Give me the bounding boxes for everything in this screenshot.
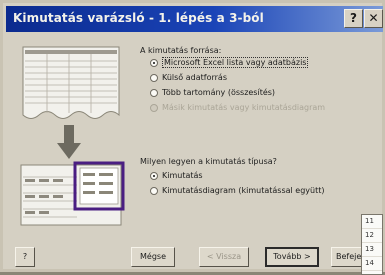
- source-group-label: A kimutatás forrása:: [140, 46, 222, 55]
- back-button: < Vissza: [199, 247, 249, 267]
- radio-button-disabled: [150, 104, 158, 112]
- radio-button-selected[interactable]: [150, 59, 158, 67]
- source-option-external[interactable]: Külső adatforrás: [150, 73, 350, 84]
- title-bar[interactable]: Kimutatás varázsló - 1. lépés a 3-ból ? …: [6, 6, 383, 32]
- dropdown-item[interactable]: 14: [362, 257, 382, 271]
- dropdown-item[interactable]: 12: [362, 229, 382, 243]
- option-label: Kimutatás: [162, 171, 203, 180]
- cancel-button[interactable]: Mégse: [131, 247, 175, 267]
- result-sheet-icon: [20, 161, 125, 226]
- source-option-other-pivot: Másik kimutatás vagy kimutatásdiagram: [150, 103, 350, 114]
- option-label: Több tartomány (összesítés): [162, 88, 276, 97]
- dropdown-item[interactable]: 13: [362, 243, 382, 257]
- down-arrow-icon: [57, 125, 81, 159]
- option-label: Kimutatásdiagram (kimutatással együtt): [162, 186, 325, 195]
- option-label: Microsoft Excel lista vagy adatbázis: [162, 57, 309, 68]
- radio-button[interactable]: [150, 74, 158, 82]
- type-option-pivot-table[interactable]: Kimutatás: [150, 171, 350, 182]
- option-label: Külső adatforrás: [162, 73, 227, 82]
- radio-button-selected[interactable]: [150, 172, 158, 180]
- source-option-excel[interactable]: Microsoft Excel lista vagy adatbázis: [150, 57, 350, 69]
- help-button[interactable]: ?: [15, 247, 35, 267]
- help-icon[interactable]: ?: [344, 9, 363, 28]
- next-button[interactable]: Tovább >: [265, 247, 319, 267]
- type-group-label: Milyen legyen a kimutatás típusa?: [140, 157, 277, 166]
- close-icon[interactable]: ✕: [364, 9, 383, 28]
- dropdown-item[interactable]: 11: [362, 215, 382, 229]
- radio-button[interactable]: [150, 187, 158, 195]
- type-option-pivot-chart[interactable]: Kimutatásdiagram (kimutatással együtt): [150, 186, 360, 197]
- radio-button[interactable]: [150, 89, 158, 97]
- row-number-dropdown[interactable]: 11 12 13 14: [361, 214, 383, 275]
- pivot-wizard-dialog: Kimutatás varázsló - 1. lépés a 3-ból ? …: [0, 0, 385, 275]
- source-option-multiple-ranges[interactable]: Több tartomány (összesítés): [150, 88, 350, 99]
- window-title: Kimutatás varázsló - 1. lépés a 3-ból: [13, 11, 264, 25]
- option-label: Másik kimutatás vagy kimutatásdiagram: [162, 103, 326, 112]
- wizard-illustration: [20, 46, 125, 226]
- source-sheet-icon: [22, 46, 120, 119]
